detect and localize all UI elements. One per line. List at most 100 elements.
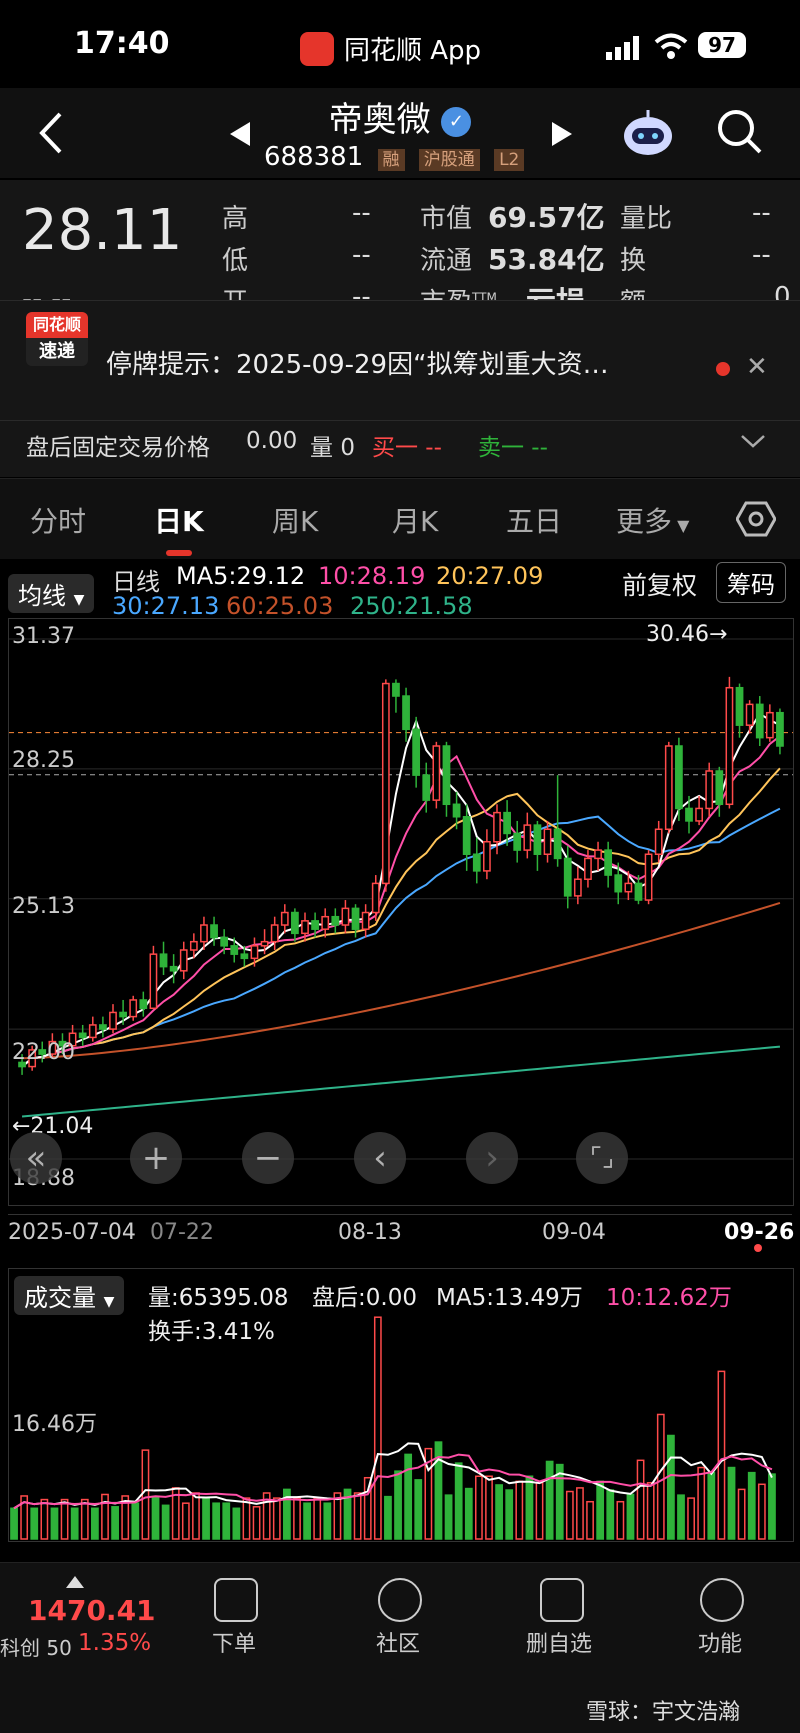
volume-bar [636, 1459, 645, 1540]
tab-intraday[interactable]: 分时 [30, 500, 86, 540]
tab-five-day[interactable]: 五日 [506, 500, 562, 540]
tab-active-indicator [166, 550, 192, 556]
afterhours-price: 0.00 [246, 428, 298, 454]
volume-bar [545, 1460, 554, 1540]
adjust-mode[interactable]: 前复权 [622, 566, 697, 602]
kline-chart-area[interactable] [8, 618, 794, 1206]
candle-body [483, 841, 491, 872]
float-label: 流通 [420, 246, 473, 276]
settings-icon[interactable] [736, 500, 776, 538]
candle-body [462, 816, 471, 855]
candle-body [270, 924, 279, 943]
tag-l2: L2 [494, 149, 525, 171]
rewind-icon[interactable]: « [10, 1132, 62, 1184]
chevron-down-icon[interactable] [740, 432, 766, 450]
candle-body [381, 682, 390, 885]
mktcap-value: 69.57亿 [488, 201, 605, 234]
order-label[interactable]: 下单 [212, 1626, 256, 1658]
candle [109, 1004, 117, 1034]
volume-bar [505, 1489, 514, 1540]
volume-bar [626, 1493, 635, 1540]
candle-body [442, 745, 451, 806]
index-value[interactable]: 1470.41 [28, 1594, 156, 1627]
robot-assistant-icon[interactable] [620, 106, 676, 158]
turnover-label: 换 [620, 246, 647, 276]
candle-body [624, 882, 633, 893]
candle-body [654, 828, 663, 855]
turnover-value: -- [752, 240, 771, 270]
ma10-legend: 10:28.19 [318, 562, 426, 590]
volume-bar [717, 1370, 726, 1540]
order-icon[interactable] [214, 1578, 258, 1622]
scroll-right-icon[interactable]: › [466, 1132, 518, 1184]
candle [685, 795, 693, 834]
candle-body [644, 853, 653, 901]
candle [695, 795, 703, 826]
candle-body [260, 940, 269, 947]
tab-weekly-k[interactable]: 周K [272, 500, 318, 540]
volume-bar [353, 1492, 362, 1540]
event-dot [754, 1244, 762, 1252]
ma-selector[interactable]: 均线 ▼ [8, 574, 95, 613]
candle-body [412, 728, 421, 776]
candle-body [392, 682, 400, 697]
volume-bar [485, 1475, 493, 1540]
volume-bar [30, 1507, 39, 1540]
candle-body [351, 907, 360, 930]
news-badge-icon: 同花顺 速递 [26, 312, 88, 366]
candle-body [755, 703, 764, 739]
zoom-out-icon[interactable]: − [242, 1132, 294, 1184]
candle-body [361, 911, 370, 930]
tab-daily-k[interactable]: 日K [154, 500, 204, 540]
candle-body [675, 745, 683, 810]
tab-more[interactable]: 更多 ▼ [616, 500, 689, 540]
candle-body [432, 745, 441, 801]
volume-bar [252, 1506, 261, 1540]
suspension-notice[interactable]: 停牌提示：2025-09-29因“拟筹划重大资… [106, 344, 706, 381]
remove-watchlist-label[interactable]: 删自选 [526, 1626, 592, 1658]
volume-bar [616, 1500, 625, 1540]
volume-bar [515, 1480, 524, 1540]
candle-body [765, 711, 774, 739]
candle-body [220, 936, 229, 947]
y-tick-4: 22.00 [12, 1040, 75, 1065]
candle [472, 837, 481, 884]
status-time: 17:40 [74, 26, 170, 61]
volume-bar [464, 1487, 473, 1540]
candle-body [584, 857, 592, 880]
mktcap-label: 市值 [420, 204, 473, 234]
candle [280, 904, 289, 934]
volratio-value: -- [752, 198, 771, 228]
candle-body [99, 1024, 107, 1030]
close-icon[interactable]: ✕ [746, 352, 768, 382]
candle [159, 941, 168, 975]
next-stock-icon[interactable] [548, 120, 576, 148]
volume-bar [373, 1316, 382, 1540]
candle [341, 900, 350, 934]
functions-icon[interactable] [700, 1578, 744, 1622]
candle-body [331, 915, 340, 926]
candle [99, 1016, 107, 1038]
chips-button[interactable]: 筹码 [716, 562, 786, 603]
volume-indicator-selector[interactable]: 成交量 ▼ [14, 1276, 125, 1315]
candle [776, 708, 784, 755]
ma20-legend: 20:27.09 [436, 562, 544, 590]
candle [483, 829, 491, 880]
candle-body [735, 686, 744, 726]
volume-bar [91, 1507, 99, 1540]
community-icon[interactable] [378, 1578, 422, 1622]
fullscreen-icon[interactable]: ⌜⌟ [576, 1132, 628, 1184]
volume-bar [323, 1502, 332, 1540]
search-icon[interactable] [716, 108, 764, 156]
candle-body [189, 940, 198, 951]
scroll-left-icon[interactable]: ‹ [354, 1132, 406, 1184]
candle-body [291, 911, 299, 935]
community-label[interactable]: 社区 [376, 1626, 420, 1658]
tab-monthly-k[interactable]: 月K [392, 500, 438, 540]
app-name: 同花顺 App [300, 30, 481, 67]
zoom-in-icon[interactable]: + [130, 1132, 182, 1184]
volume-bar [40, 1498, 49, 1540]
remove-watchlist-icon[interactable] [540, 1578, 584, 1622]
candle [361, 904, 370, 938]
functions-label[interactable]: 功能 [698, 1626, 742, 1658]
